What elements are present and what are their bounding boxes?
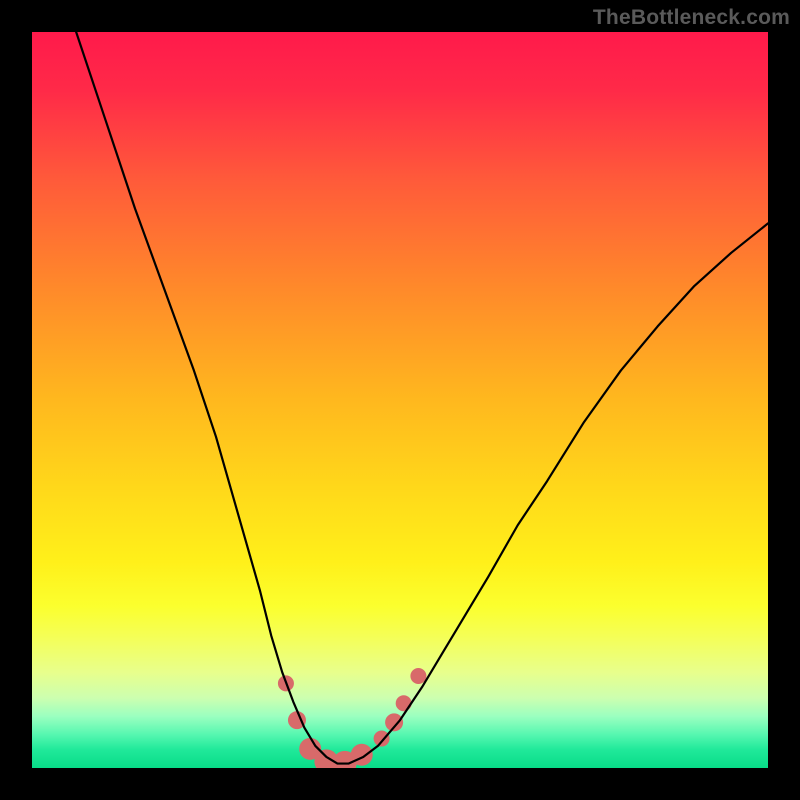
highlight-dot (410, 668, 426, 684)
watermark-text: TheBottleneck.com (593, 6, 790, 30)
chart-svg (32, 32, 768, 768)
highlight-dot (351, 744, 373, 766)
highlight-dot (374, 731, 390, 747)
highlight-dot (396, 695, 412, 711)
bottleneck-curve (76, 32, 768, 764)
plot-area (32, 32, 768, 768)
outer-frame: TheBottleneck.com (0, 0, 800, 800)
